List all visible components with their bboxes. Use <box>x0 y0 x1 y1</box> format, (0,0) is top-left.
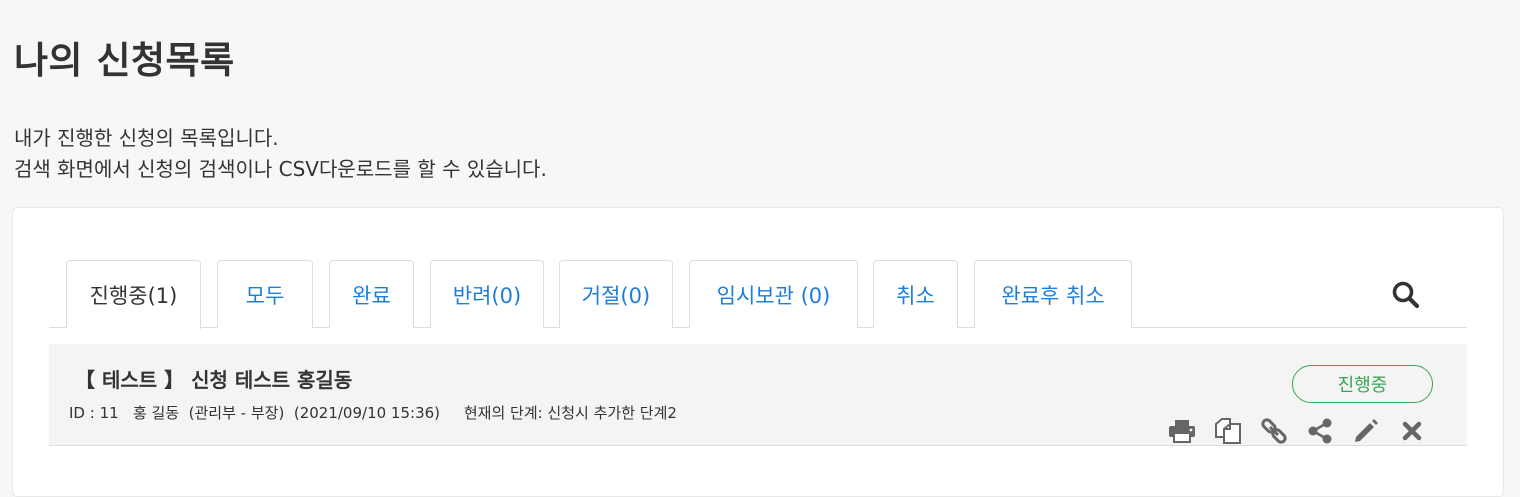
item-actions <box>1166 416 1427 446</box>
tab-cancelled[interactable]: 취소 <box>873 260 958 328</box>
edit-icon[interactable] <box>1350 416 1381 446</box>
list-item[interactable]: 【 테스트 】 신청 테스트 홍길동 ID : 11 홍 길동 (관리부 - 부… <box>49 344 1467 446</box>
tab-completed[interactable]: 완료 <box>329 260 414 328</box>
page-description: 내가 진행한 신청의 목록입니다. 검색 화면에서 신청의 검색이나 CSV다운… <box>14 123 547 185</box>
application-list-card: 진행중(1) 모두 완료 반려(0) 거절(0) 임시보관 (0) 취소 완료후… <box>12 207 1504 497</box>
tab-cancelled-after-completion[interactable]: 완료후 취소 <box>974 260 1132 328</box>
delete-icon[interactable] <box>1396 416 1427 446</box>
description-line-2: 검색 화면에서 신청의 검색이나 CSV다운로드를 할 수 있습니다. <box>14 157 547 181</box>
tab-returned[interactable]: 반려(0) <box>430 260 544 328</box>
item-meta: ID : 11 홍 길동 (관리부 - 부장) (2021/09/10 15:3… <box>69 404 677 422</box>
page-title: 나의 신청목록 <box>14 39 235 82</box>
tab-rejected[interactable]: 거절(0) <box>559 260 673 328</box>
print-icon[interactable] <box>1166 416 1197 446</box>
share-icon[interactable] <box>1304 416 1335 446</box>
item-title[interactable]: 【 테스트 】 신청 테스트 홍길동 <box>75 364 352 393</box>
copy-icon[interactable] <box>1212 416 1243 446</box>
search-icon[interactable] <box>1391 280 1421 310</box>
tab-in-progress[interactable]: 진행중(1) <box>66 260 201 329</box>
link-icon[interactable] <box>1258 416 1289 446</box>
status-badge: 진행중 <box>1292 365 1433 403</box>
status-tabs: 진행중(1) 모두 완료 반려(0) 거절(0) 임시보관 (0) 취소 완료후… <box>49 260 1467 329</box>
tab-all[interactable]: 모두 <box>217 260 313 328</box>
tab-draft[interactable]: 임시보관 (0) <box>689 260 858 328</box>
description-line-1: 내가 진행한 신청의 목록입니다. <box>14 126 279 150</box>
